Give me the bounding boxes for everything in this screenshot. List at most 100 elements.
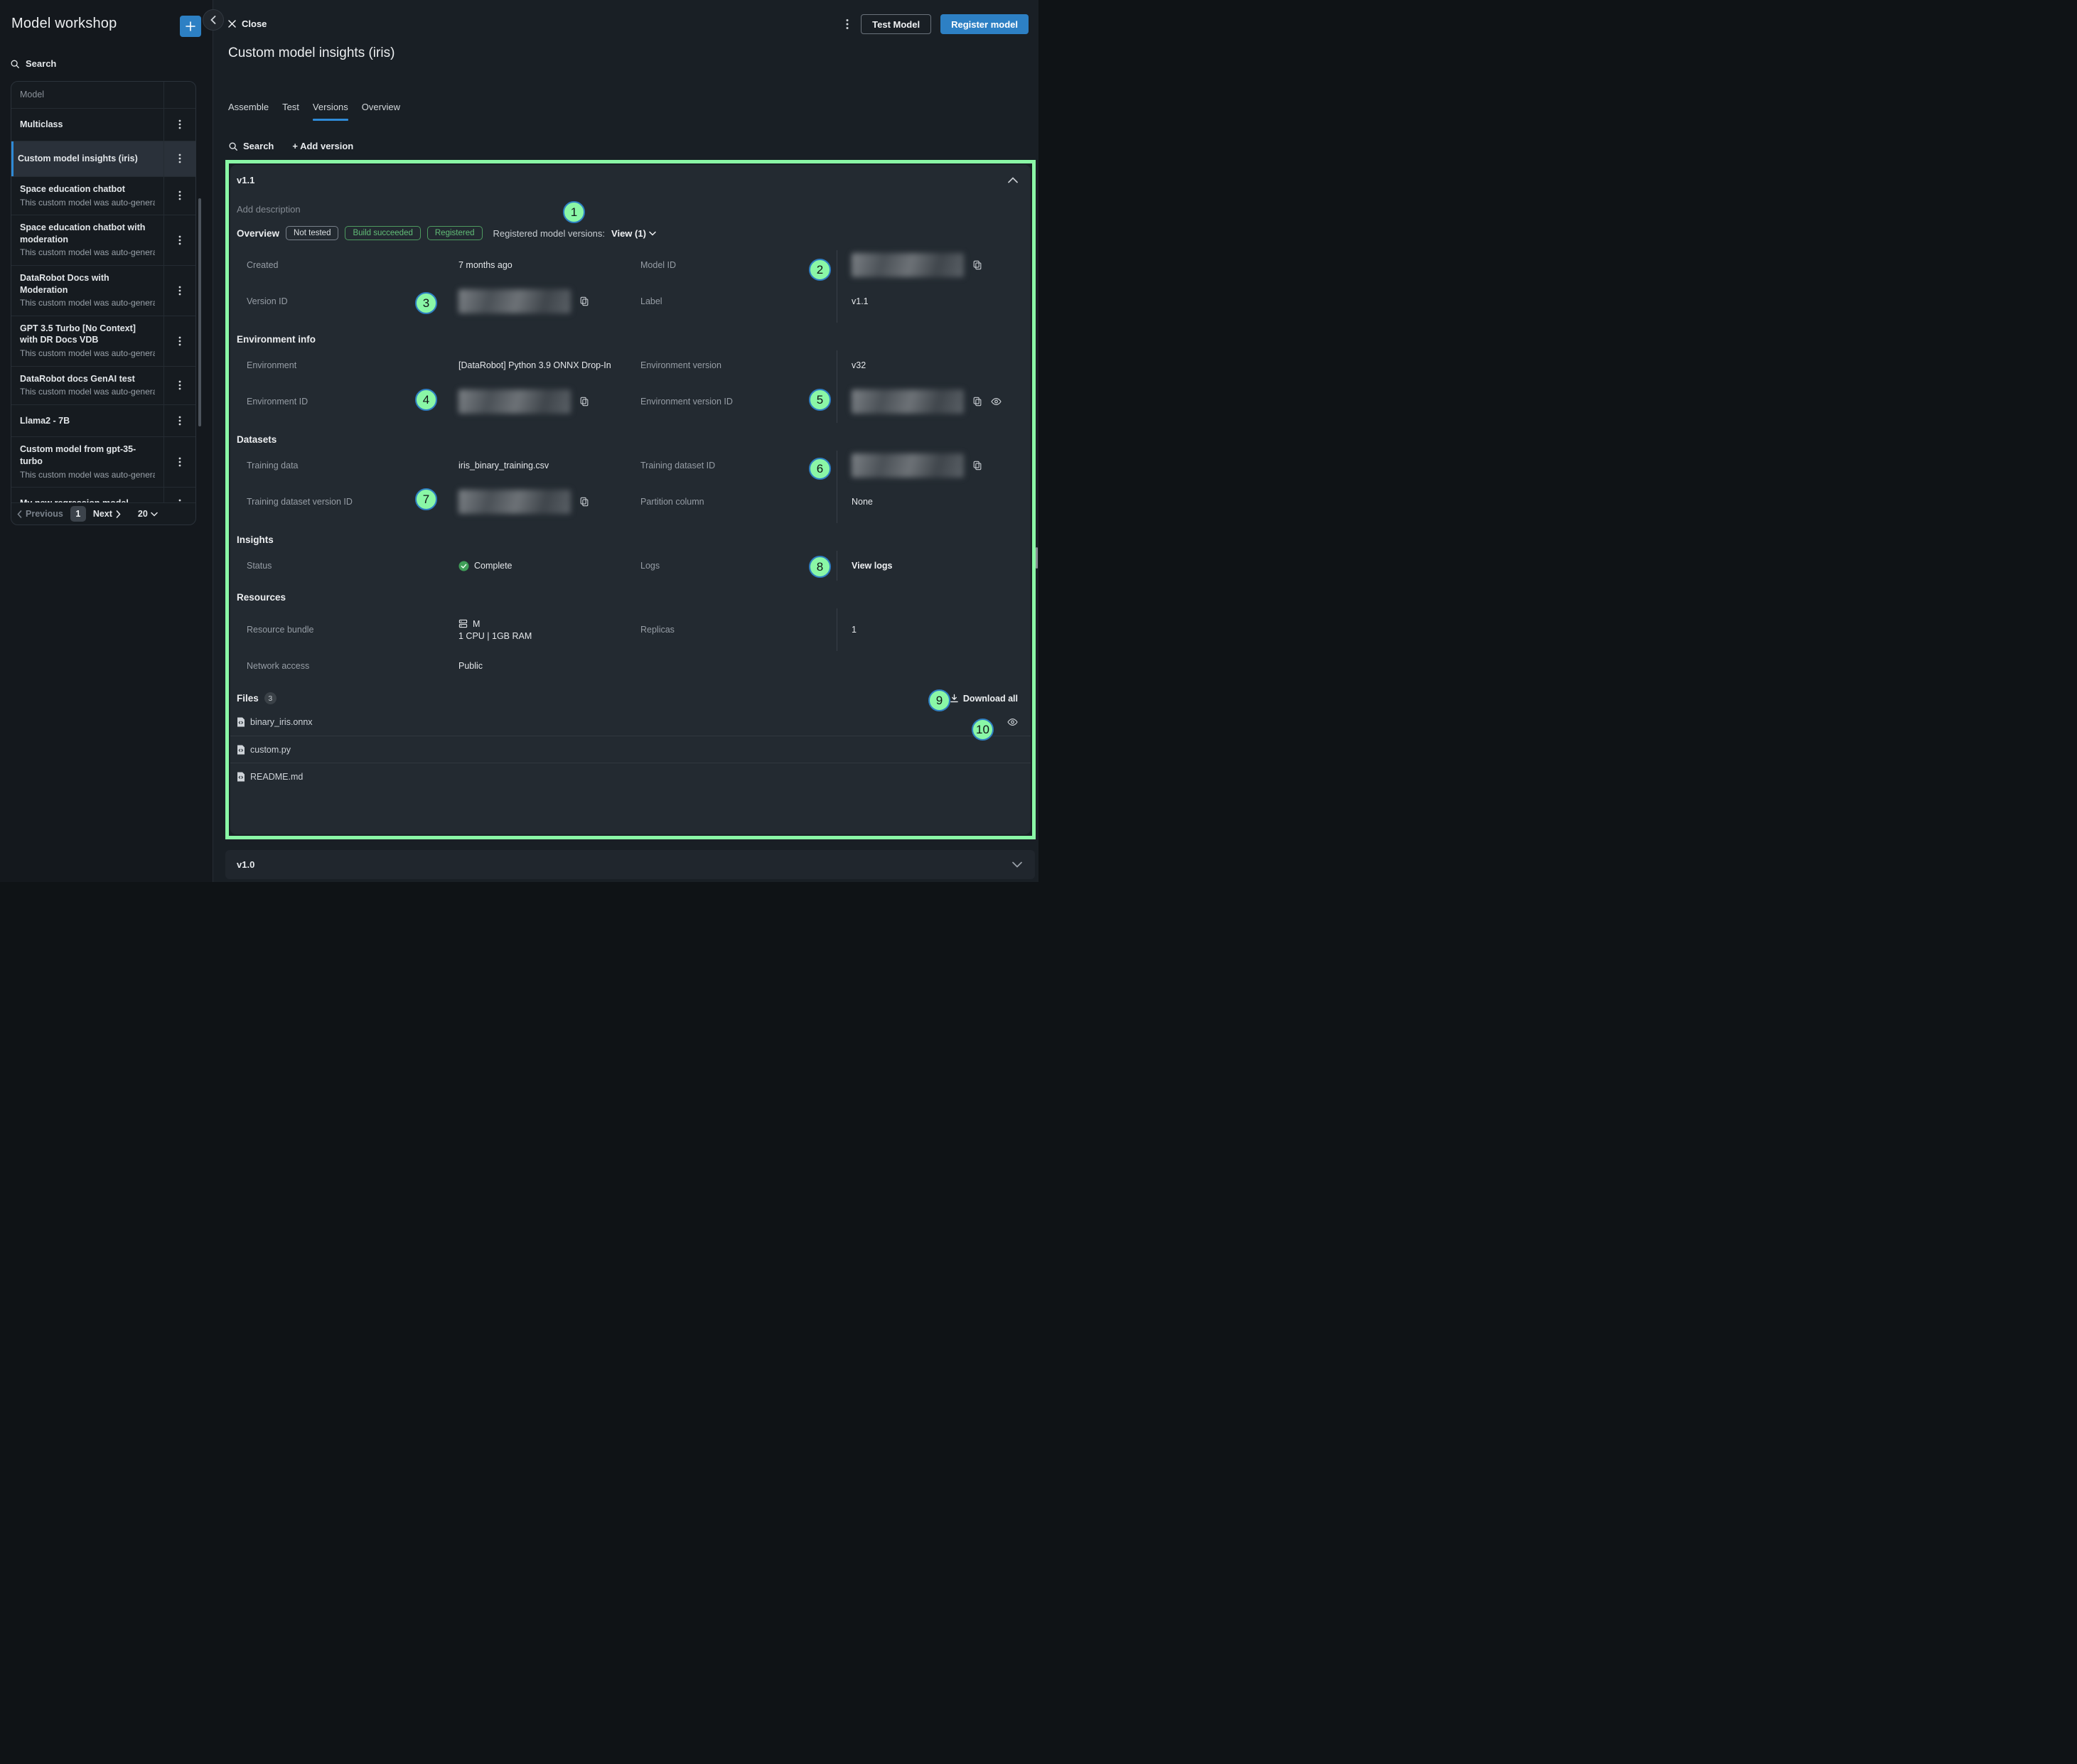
sidebar-item-datarobot-docs-genai-test[interactable]: DataRobot docs GenAI test This custom mo… xyxy=(11,367,195,405)
pagination-next[interactable]: Next xyxy=(93,509,121,519)
training-data-label: Training data xyxy=(230,451,444,480)
model-list-header-menu-cell xyxy=(163,82,195,108)
sidebar-search[interactable]: Search xyxy=(10,58,201,69)
bundle-specs: 1 CPU | 1GB RAM xyxy=(458,631,532,641)
register-model-button[interactable]: Register model xyxy=(940,14,1029,34)
test-model-button[interactable]: Test Model xyxy=(861,14,931,34)
environment-version-value: v32 xyxy=(837,350,1031,380)
badge-registered: Registered xyxy=(427,226,483,240)
sidebar-item-space-education-chatbot[interactable]: Space education chatbot This custom mode… xyxy=(11,177,195,215)
environment-id-value xyxy=(444,380,640,423)
main-scrollbar[interactable] xyxy=(1036,547,1038,569)
sidebar-item-custom-model-insights-iris[interactable]: Custom model insights (iris) xyxy=(11,141,195,177)
sidebar-item-datarobot-docs-with-moderation[interactable]: DataRobot Docs with Moderation This cust… xyxy=(11,266,195,316)
header-menu-button[interactable] xyxy=(843,16,852,33)
eye-icon[interactable] xyxy=(1007,718,1018,726)
model-list: Model Multiclass Custom model insights (… xyxy=(11,81,196,525)
environment-value: [DataRobot] Python 3.9 ONNX Drop-In xyxy=(444,350,640,380)
sidebar-item-space-education-chatbot-with-moderation[interactable]: Space education chatbot with moderation … xyxy=(11,215,195,266)
copy-icon[interactable] xyxy=(972,461,982,470)
collapse-sidebar-button[interactable] xyxy=(203,9,224,31)
row-menu-button[interactable] xyxy=(163,109,195,141)
pagination: Previous 1 Next 20 xyxy=(11,502,195,525)
view-logs-link[interactable]: View logs xyxy=(837,551,1031,581)
row-menu-button[interactable] xyxy=(163,316,195,366)
file-row-custom-py[interactable]: custom.py xyxy=(230,736,1031,763)
row-menu-button[interactable] xyxy=(163,405,195,437)
chevron-left-icon xyxy=(17,510,22,518)
training-dataset-version-id-value xyxy=(444,480,640,523)
version-card-header[interactable]: v1.1 xyxy=(230,165,1031,185)
download-all-button[interactable]: Download all xyxy=(950,694,1018,704)
tab-overview[interactable]: Overview xyxy=(362,102,400,121)
version-id-label: Version ID xyxy=(230,280,444,323)
environment-label: Environment xyxy=(230,350,444,380)
copy-icon[interactable] xyxy=(972,397,982,407)
partition-column-label: Partition column xyxy=(640,480,837,523)
page-size-select[interactable]: 20 xyxy=(138,509,158,519)
registered-model-versions-label: Registered model versions: xyxy=(493,228,606,239)
copy-icon[interactable] xyxy=(579,296,589,306)
add-model-button[interactable] xyxy=(180,16,201,37)
row-menu-button[interactable] xyxy=(163,215,195,265)
training-dataset-version-id-redacted xyxy=(458,490,571,514)
resources-heading: Resources xyxy=(237,592,286,603)
row-menu-button[interactable] xyxy=(163,437,195,487)
tab-versions[interactable]: Versions xyxy=(313,102,348,121)
sidebar-header: Model workshop xyxy=(0,0,213,37)
eye-icon[interactable] xyxy=(991,397,1002,406)
annotation-circle-7: 7 xyxy=(415,488,437,510)
kebab-icon xyxy=(178,286,181,296)
file-row-readme-md[interactable]: README.md xyxy=(230,763,1031,790)
model-description: This custom model was auto-generat.. xyxy=(20,197,155,208)
row-menu-button[interactable] xyxy=(163,266,195,316)
sidebar-item-gpt-35-turbo-no-context[interactable]: GPT 3.5 Turbo [No Context] with DR Docs … xyxy=(11,316,195,367)
tab-bar: Assemble Test Versions Overview xyxy=(228,102,400,121)
bundle-size: M xyxy=(473,619,480,629)
version-card-v1-0[interactable]: v1.0 xyxy=(225,850,1035,879)
sidebar-scrollbar[interactable] xyxy=(198,198,201,426)
model-list-header-row: Model xyxy=(11,82,195,109)
annotation-circle-10: 10 xyxy=(972,719,994,741)
sidebar-item-my-new-regression-model[interactable]: My new regression model xyxy=(11,488,195,502)
annotation-circle-6: 6 xyxy=(809,458,831,480)
search-icon xyxy=(228,141,238,151)
file-code-icon xyxy=(237,745,245,755)
status-label: Status xyxy=(230,551,444,581)
status-value: Complete xyxy=(444,551,640,581)
row-menu-button[interactable] xyxy=(163,177,195,215)
sidebar-item-custom-model-from-gpt-35-turbo[interactable]: Custom model from gpt-35-turbo This cust… xyxy=(11,437,195,488)
files-count-badge: 3 xyxy=(264,692,277,704)
tab-assemble[interactable]: Assemble xyxy=(228,102,269,121)
insights-heading: Insights xyxy=(237,534,274,545)
row-menu-button[interactable] xyxy=(163,488,195,502)
model-description: This custom model was auto-generat.. xyxy=(20,297,155,308)
copy-icon[interactable] xyxy=(579,497,589,507)
chevron-up-icon[interactable] xyxy=(1008,177,1018,183)
close-button[interactable]: Close xyxy=(228,18,267,29)
view-registered-versions-button[interactable]: View (1) xyxy=(611,228,656,239)
tab-test[interactable]: Test xyxy=(282,102,299,121)
pagination-page-1[interactable]: 1 xyxy=(70,506,86,522)
kebab-icon xyxy=(178,235,181,245)
version-card-v1-1: v1.1 Add description Overview Not tested… xyxy=(230,165,1031,834)
pagination-previous[interactable]: Previous xyxy=(17,509,63,519)
row-menu-button[interactable] xyxy=(163,367,195,404)
sidebar-item-multiclass[interactable]: Multiclass xyxy=(11,109,195,141)
close-icon xyxy=(228,20,236,28)
add-version-button[interactable]: + Add version xyxy=(292,141,353,151)
copy-icon[interactable] xyxy=(579,397,589,407)
versions-search[interactable]: Search xyxy=(228,141,274,151)
version-id-redacted xyxy=(458,289,571,313)
version-label: v1.1 xyxy=(237,175,254,185)
kebab-icon xyxy=(846,18,849,30)
copy-icon[interactable] xyxy=(972,260,982,270)
kebab-icon xyxy=(178,336,181,346)
search-icon xyxy=(10,59,20,69)
row-menu-button[interactable] xyxy=(163,141,195,176)
kebab-icon xyxy=(178,380,181,390)
annotation-circle-8: 8 xyxy=(809,556,831,578)
add-description-field[interactable]: Add description xyxy=(237,204,1031,215)
sidebar-item-llama2-7b[interactable]: Llama2 - 7B xyxy=(11,405,195,438)
file-row-binary-iris-onnx[interactable]: binary_iris.onnx xyxy=(230,709,1031,736)
